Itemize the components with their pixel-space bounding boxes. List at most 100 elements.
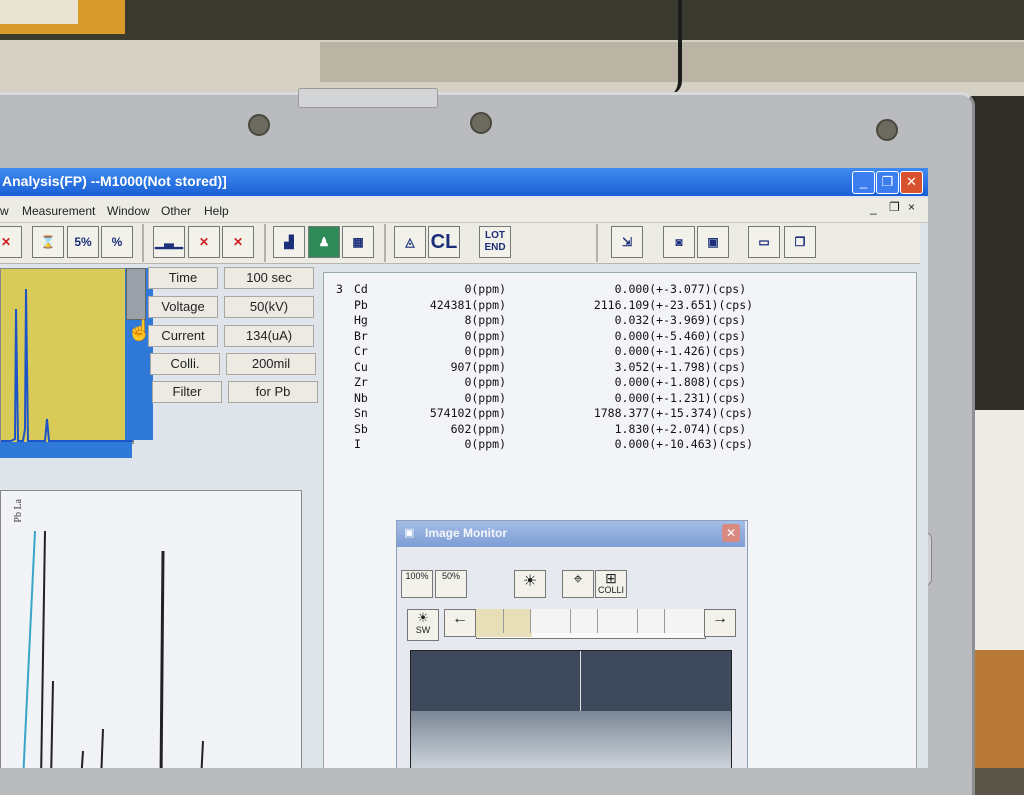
zoom-50-button[interactable]: 50% bbox=[435, 570, 467, 598]
result-cps: 0.000(+- bbox=[614, 375, 670, 389]
result-element: Nb bbox=[354, 390, 368, 405]
zoom-100-button[interactable]: 100% bbox=[401, 570, 433, 598]
computer-icon[interactable]: ▭ bbox=[748, 226, 780, 258]
slider-segment bbox=[678, 609, 692, 633]
param-value-colli: 200mil bbox=[226, 353, 316, 375]
param-value-filter: for Pb bbox=[228, 381, 318, 403]
result-element: I bbox=[354, 437, 361, 451]
lamp-icon[interactable]: ☀ bbox=[514, 570, 546, 598]
menu-window[interactable]: Window bbox=[107, 204, 150, 218]
lot-end-button[interactable]: LOT END bbox=[479, 226, 511, 258]
zoom-50-label: 50% bbox=[441, 571, 460, 581]
scroll-left-button[interactable]: ← bbox=[444, 609, 476, 637]
export-icon[interactable]: ⇲ bbox=[611, 226, 643, 258]
screw bbox=[248, 114, 270, 136]
cl-button[interactable]: CL bbox=[428, 226, 460, 258]
result-ppm: 907(ppm) bbox=[450, 359, 506, 374]
gauge-icon[interactable]: ◬ bbox=[394, 226, 426, 258]
spectrum-thumb-scrollbar[interactable] bbox=[0, 442, 132, 458]
param-label-colli: Colli. bbox=[150, 353, 220, 375]
param-label-filter: Filter bbox=[152, 381, 222, 403]
sw-label: SW bbox=[415, 625, 431, 635]
percent-stat-icon[interactable]: % bbox=[101, 226, 133, 258]
close-button[interactable]: ✕ bbox=[900, 171, 923, 194]
result-element: Cr bbox=[354, 344, 368, 358]
spectrum-main-plot bbox=[22, 530, 204, 768]
toolbar-separator bbox=[384, 224, 386, 262]
result-error: 1.426)(cps) bbox=[670, 344, 747, 358]
result-row: Pb 424381(ppm) 2116.109(+-23.651)(cps) bbox=[336, 297, 753, 314]
result-ppm: 0(ppm) bbox=[464, 375, 506, 389]
result-cps: 0.000(+- bbox=[614, 328, 670, 343]
result-ppm: 574102(ppm) bbox=[429, 406, 506, 420]
colli-button[interactable]: ⊞ COLLI bbox=[595, 570, 627, 598]
spectrum-thumb-plot bbox=[1, 288, 133, 442]
result-error: 5.460)(cps) bbox=[670, 328, 747, 343]
result-cps: 0.000(+- bbox=[614, 282, 670, 296]
result-ppm: 424381(ppm) bbox=[429, 297, 506, 312]
clear-spectrum-icon[interactable]: ✕ bbox=[188, 226, 220, 258]
image-monitor-title: Image Monitor bbox=[425, 526, 508, 540]
param-label-time: Time bbox=[148, 267, 218, 289]
windows-icon[interactable]: ❐ bbox=[784, 226, 816, 258]
cable bbox=[668, 0, 682, 95]
mdi-close-button[interactable]: × bbox=[908, 200, 915, 214]
chart-icon[interactable]: ▟ bbox=[273, 226, 305, 258]
slider-segment bbox=[503, 609, 518, 633]
result-cps: 2116.109(+- bbox=[593, 297, 670, 312]
spectrum-plot: Pb La bbox=[0, 490, 302, 768]
toolbar-separator bbox=[264, 224, 266, 262]
result-row: I 0(ppm) 0.000(+-10.463)(cps) bbox=[336, 437, 753, 453]
result-error: 15.374)(cps) bbox=[670, 406, 754, 420]
background-wall bbox=[0, 0, 1024, 40]
param-value-time: 100 sec bbox=[224, 267, 314, 289]
slider-segment bbox=[611, 609, 625, 633]
calculator-icon[interactable]: ▦ bbox=[342, 226, 374, 258]
toolbar bbox=[0, 223, 920, 264]
mdi-restore-button[interactable]: ❐ bbox=[889, 200, 900, 214]
slider-segment bbox=[664, 609, 679, 633]
image-monitor-close-button[interactable]: ✕ bbox=[722, 524, 740, 542]
five-percent-button[interactable]: 5% bbox=[67, 226, 99, 258]
result-error: 1.231)(cps) bbox=[670, 390, 747, 405]
person-icon[interactable]: ♟ bbox=[308, 226, 340, 258]
camera-icon[interactable]: ◙ bbox=[663, 226, 695, 258]
result-cps: 1788.377(+- bbox=[593, 406, 670, 420]
result-ppm: 0(ppm) bbox=[464, 344, 506, 358]
screw bbox=[876, 119, 898, 141]
stop-icon[interactable]: ✕ bbox=[0, 226, 22, 258]
result-ppm: 0(ppm) bbox=[464, 437, 506, 451]
restore-button[interactable]: ❐ bbox=[876, 171, 899, 194]
menu-measurement[interactable]: Measurement bbox=[22, 204, 95, 218]
result-element: Zr bbox=[354, 375, 368, 389]
toolbar-separator bbox=[596, 224, 598, 262]
sw-button[interactable]: ☀ SW bbox=[407, 609, 439, 641]
menu-other[interactable]: Other bbox=[161, 204, 191, 218]
spectrum-icon[interactable]: ▁▃▁ bbox=[153, 226, 185, 258]
slider-segment bbox=[557, 609, 572, 633]
sticky-label bbox=[0, 0, 78, 24]
result-cps: 1.830(+- bbox=[614, 421, 670, 436]
slider-segment bbox=[544, 609, 558, 633]
mdi-minimize-button[interactable]: _ bbox=[870, 201, 877, 215]
hourglass-icon[interactable]: ⌛ bbox=[32, 226, 64, 258]
result-element: Br bbox=[354, 328, 368, 343]
toolbar-separator bbox=[142, 224, 144, 262]
save-disk-icon[interactable]: ▣ bbox=[697, 226, 729, 258]
crosshair-icon[interactable]: ⌖ bbox=[562, 570, 594, 598]
colli-label: COLLI bbox=[597, 585, 624, 595]
result-row: Cu 907(ppm) 3.052(+-1.798)(cps) bbox=[336, 359, 746, 376]
menu-view[interactable]: w bbox=[0, 204, 9, 218]
param-value-current: 134(uA) bbox=[224, 325, 314, 347]
result-error: 1.808)(cps) bbox=[670, 375, 747, 389]
zoom-100-label: 100% bbox=[405, 571, 429, 581]
menu-help[interactable]: Help bbox=[204, 204, 229, 218]
clear-bg-icon[interactable]: ✕ bbox=[222, 226, 254, 258]
scroll-right-button[interactable]: → bbox=[704, 609, 736, 637]
minimize-button[interactable]: _ bbox=[852, 171, 875, 194]
result-ppm: 0(ppm) bbox=[464, 282, 506, 296]
result-ppm: 0(ppm) bbox=[464, 328, 506, 343]
slider-segment bbox=[651, 609, 666, 633]
spectrum-thumbnail bbox=[0, 268, 134, 444]
slider-handle[interactable] bbox=[126, 268, 146, 320]
